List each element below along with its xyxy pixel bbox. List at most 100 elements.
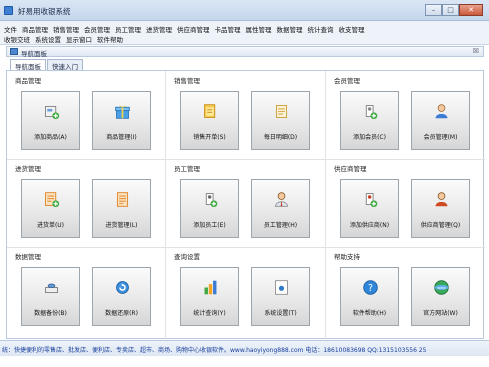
tile-restore-button[interactable]: 数据还原(R) xyxy=(92,267,151,326)
panel-icon xyxy=(10,48,18,55)
panel-tabs: 导航面板 快速入门 xyxy=(10,59,84,71)
col-divider-0 xyxy=(165,71,166,339)
supplier-icon xyxy=(433,191,450,208)
tile-member-button[interactable]: 会员管理(M) xyxy=(411,91,470,150)
panel-close-icon[interactable]: ☒ xyxy=(473,47,479,55)
tile-add-member-button[interactable]: 添加会员(C) xyxy=(340,91,399,150)
daily-detail-icon xyxy=(273,103,290,120)
tile-purchase-doc-button[interactable]: 进货管理(L) xyxy=(92,179,151,238)
website-icon: www xyxy=(433,279,450,296)
menu-row-2: 收银交班 系统设置 显示窗口 软件帮助 xyxy=(4,34,128,44)
svg-text:www: www xyxy=(437,286,446,290)
help-icon: ? xyxy=(362,279,379,296)
group-title-0: 商品管理 xyxy=(15,77,41,85)
window-title: 好易用收银系统 xyxy=(18,7,71,16)
purchase-add-icon xyxy=(43,191,60,208)
tile-label: 进货管理(L) xyxy=(105,222,138,229)
nav-panel-header: 导航面板 ☒ xyxy=(6,46,484,58)
close-button[interactable]: ✕ xyxy=(459,4,483,16)
menu-item-r1-10[interactable]: 统计查询 xyxy=(308,24,334,34)
menu-item-r1-7[interactable]: 卡品管理 xyxy=(215,24,241,34)
menu-item-r1-6[interactable]: 供应商管理 xyxy=(177,24,210,34)
tile-label: 数据备份(B) xyxy=(34,310,67,317)
tile-label: 员工管理(H) xyxy=(263,222,298,229)
tile-employee-button[interactable]: 员工管理(H) xyxy=(251,179,310,238)
product-gift-icon xyxy=(114,103,131,120)
tile-label: 会员管理(M) xyxy=(423,134,458,141)
group-title-8: 帮助支持 xyxy=(334,253,360,261)
menu-bar: 文件 商品管理 销售管理 会员管理 员工管理 进货管理 供应商管理 卡品管理 属性管理 数据管理统… xyxy=(0,21,489,45)
menu-item-r1-8[interactable]: 属性管理 xyxy=(246,24,272,34)
tile-help-button[interactable]: ? 软件帮助(H) xyxy=(340,267,399,326)
nav-content: 商品管理添加商品(A) 商品管理(I) 销售管理销售开单(S) 每日明细(D) 会员管理… xyxy=(6,70,485,339)
menu-item-r1-11[interactable]: 收支管理 xyxy=(339,24,365,34)
menu-item-r1-9[interactable]: 数据管理 xyxy=(277,24,303,34)
menu-item-r2-2[interactable]: 显示窗口 xyxy=(66,34,92,44)
tile-backup-button[interactable]: 数据备份(B) xyxy=(21,267,80,326)
tile-settings-button[interactable]: 系统设置(T) xyxy=(251,267,310,326)
tile-label: 添加员工(E) xyxy=(193,222,226,229)
add-supplier-icon xyxy=(362,191,379,208)
add-member-icon xyxy=(362,103,379,120)
tile-label: 添加供应商(N) xyxy=(349,222,390,229)
tile-add-supplier-button[interactable]: 添加供应商(N) xyxy=(340,179,399,238)
tile-supplier-button[interactable]: 供应商管理(Q) xyxy=(411,179,470,238)
tile-label: 数据还原(R) xyxy=(105,310,138,317)
group-title-6: 数据管理 xyxy=(15,253,41,261)
group-title-3: 进货管理 xyxy=(15,165,41,173)
tile-label: 销售开单(S) xyxy=(193,134,226,141)
row-divider-0 xyxy=(7,159,485,160)
employee-icon xyxy=(273,191,290,208)
tile-website-button[interactable]: www 官方网站(W) xyxy=(411,267,470,326)
menu-item-r1-2[interactable]: 销售管理 xyxy=(53,24,79,34)
tile-label: 官方网站(W) xyxy=(423,310,458,317)
tile-purchase-add-button[interactable]: 进货单(U) xyxy=(21,179,80,238)
tile-label: 统计查询(Y) xyxy=(193,310,226,317)
tile-add-product-button[interactable]: 添加商品(A) xyxy=(21,91,80,150)
tile-label: 添加商品(A) xyxy=(34,134,67,141)
menu-item-r2-0[interactable]: 收银交班 xyxy=(4,34,30,44)
menu-item-r1-4[interactable]: 员工管理 xyxy=(115,24,141,34)
tile-add-employee-button[interactable]: 添加员工(E) xyxy=(180,179,239,238)
tile-label: 添加会员(C) xyxy=(353,134,386,141)
menu-row-1: 文件 商品管理 销售管理 会员管理 员工管理 进货管理 供应商管理 卡品管理 属性管理 数据管理统… xyxy=(4,24,370,34)
group-title-4: 员工管理 xyxy=(174,165,200,173)
app-icon xyxy=(4,6,13,15)
tile-label: 软件帮助(H) xyxy=(352,310,387,317)
title-bar: 好易用收银系统 – □ ✕ xyxy=(0,0,489,21)
window-controls: – □ ✕ xyxy=(425,4,483,16)
tile-label: 进货单(U) xyxy=(36,222,65,229)
menu-item-r2-1[interactable]: 系统设置 xyxy=(35,34,61,44)
panel-title: 导航面板 xyxy=(21,50,47,58)
member-icon xyxy=(433,103,450,120)
tab-quick-start[interactable]: 快速入门 xyxy=(47,59,83,71)
tile-product-gift-button[interactable]: 商品管理(I) xyxy=(92,91,151,150)
bottom-strip xyxy=(0,356,489,367)
group-title-2: 会员管理 xyxy=(334,77,360,85)
purchase-doc-icon xyxy=(114,191,131,208)
row-divider-1 xyxy=(7,247,485,248)
tab-nav-panel[interactable]: 导航面板 xyxy=(10,59,46,71)
stats-chart-icon xyxy=(202,279,219,296)
add-product-icon xyxy=(43,103,60,120)
col-divider-1 xyxy=(325,71,326,339)
tile-daily-detail-button[interactable]: 每日明细(D) xyxy=(251,91,310,150)
maximize-button[interactable]: □ xyxy=(442,4,459,16)
tile-label: 系统设置(T) xyxy=(264,310,297,317)
backup-icon xyxy=(43,279,60,296)
minimize-button[interactable]: – xyxy=(425,4,442,16)
group-title-7: 查询设置 xyxy=(174,253,200,261)
menu-item-r1-1[interactable]: 商品管理 xyxy=(22,24,48,34)
group-title-1: 销售管理 xyxy=(174,77,200,85)
restore-icon xyxy=(114,279,131,296)
group-title-5: 供应商管理 xyxy=(334,165,367,173)
menu-item-r1-3[interactable]: 会员管理 xyxy=(84,24,110,34)
tile-stats-chart-button[interactable]: 统计查询(Y) xyxy=(180,267,239,326)
menu-item-r2-3[interactable]: 软件帮助 xyxy=(97,34,123,44)
sales-bill-icon xyxy=(202,103,219,120)
status-bar: 统：快捷便利的零售店、批发店、便利店、专卖店、超市、商场、购物中心收银软件。ww… xyxy=(0,340,489,356)
tile-label: 商品管理(I) xyxy=(106,134,137,141)
tile-sales-bill-button[interactable]: 销售开单(S) xyxy=(180,91,239,150)
menu-item-r1-0[interactable]: 文件 xyxy=(4,24,17,34)
menu-item-r1-5[interactable]: 进货管理 xyxy=(146,24,172,34)
